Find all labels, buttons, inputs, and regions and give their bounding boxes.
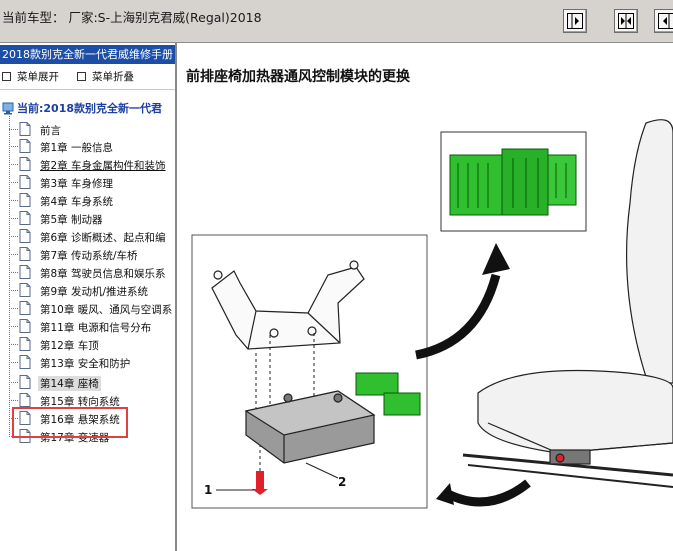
tree-connector	[9, 272, 18, 273]
document-icon	[19, 283, 31, 297]
tree-connector	[9, 326, 18, 327]
expand-all-label: 菜单展开	[17, 71, 59, 83]
bracket	[211, 260, 365, 350]
tree-item-label: 第3章 车身修理	[40, 178, 114, 190]
tree-item-label: 第7章 传动系统/车桥	[40, 250, 138, 262]
tree-item-label: 第11章 电源和信号分布	[40, 322, 152, 334]
document-icon	[19, 393, 31, 407]
tree-connector	[9, 182, 18, 183]
collapse-icon	[77, 71, 86, 81]
document-icon	[19, 337, 31, 351]
callout-2: 2	[338, 475, 346, 489]
content-pane: 前排座椅加热器通风控制模块的更换 1 2	[178, 43, 673, 551]
expand-icon	[2, 71, 11, 81]
expand-all-button[interactable]: 菜单展开	[2, 69, 59, 84]
expand-content-button[interactable]	[654, 9, 673, 33]
document-icon	[19, 301, 31, 315]
title-bar: 当前车型： 厂家:S-上海别克君威(Regal)2018	[0, 0, 673, 43]
tree-item-label: 第14章 座椅	[38, 376, 101, 391]
tree-connector	[9, 129, 18, 130]
arrow-up-head	[482, 243, 510, 275]
document-icon	[19, 175, 31, 189]
arrow-left-head	[436, 483, 454, 505]
document-icon	[19, 122, 31, 136]
tree-connector	[9, 308, 18, 309]
document-icon	[19, 375, 31, 389]
document-icon	[19, 247, 31, 261]
computer-icon	[2, 102, 14, 114]
bolt	[252, 471, 268, 495]
selection-highlight-box	[12, 407, 128, 438]
document-icon	[19, 139, 31, 153]
tree-connector	[9, 290, 18, 291]
manual-title: 2018款别克全新一代君威维修手册	[0, 45, 175, 64]
tree-item-label: 前言	[40, 125, 61, 137]
tree-connector	[9, 400, 18, 401]
callout-line-2	[305, 462, 339, 479]
tree-connector	[9, 218, 18, 219]
collapse-all-button[interactable]: 菜单折叠	[77, 69, 134, 84]
collapse-sidebar-button[interactable]	[563, 9, 587, 33]
tree-item-label: 第2章 车身金属构件和装饰	[40, 160, 166, 172]
arrow-left	[443, 479, 531, 507]
split-view-button[interactable]	[614, 9, 638, 33]
arrow-up	[415, 273, 501, 360]
sidebar-divider	[0, 89, 175, 90]
tree-item-label: 第1章 一般信息	[40, 142, 114, 154]
document-icon	[19, 355, 31, 369]
tree-root[interactable]: 当前:2018款别克全新一代君	[2, 100, 162, 116]
connector-detail	[449, 148, 577, 216]
tree-connector	[9, 254, 18, 255]
tree-item-label: 第9章 发动机/推进系统	[40, 286, 149, 298]
tree-connector	[9, 236, 18, 237]
tree-connector	[9, 200, 18, 201]
document-icon	[19, 319, 31, 333]
seat-module-illustration: 1 2	[191, 119, 673, 509]
document-icon	[19, 265, 31, 279]
document-icon	[19, 157, 31, 171]
split-view-icon	[618, 13, 634, 29]
tree-item-label: 第8章 驾驶员信息和娱乐系	[40, 268, 166, 280]
tree-item-label: 第6章 诊断概述、起点和编	[40, 232, 166, 244]
tree-connector	[9, 164, 18, 165]
tree-item-label: 第5章 制动器	[40, 214, 103, 226]
document-icon	[19, 229, 31, 243]
tree-item-label: 第12章 车顶	[40, 340, 99, 352]
tree-item-label: 第4章 车身系统	[40, 196, 114, 208]
document-icon	[19, 193, 31, 207]
tree-item-label: 第10章 暖风、通风与空调系	[40, 304, 173, 316]
tree-root-label: 当前:2018款别克全新一代君	[17, 102, 163, 115]
document-icon	[19, 211, 31, 225]
tree-connector	[9, 146, 18, 147]
tree-item-label: 第13章 安全和防护	[40, 358, 131, 370]
callout-1: 1	[204, 483, 212, 497]
collapse-left-icon	[567, 13, 583, 29]
tree-connector	[9, 362, 18, 363]
tree-connector	[9, 382, 18, 383]
control-module	[244, 390, 376, 464]
collapse-all-label: 菜单折叠	[92, 71, 134, 83]
vehicle-title: 当前车型： 厂家:S-上海别克君威(Regal)2018	[2, 10, 262, 25]
navigation-sidebar: 2018款别克全新一代君威维修手册 菜单展开 菜单折叠 当前:2018款别克全新…	[0, 43, 177, 551]
expand-right-icon	[658, 13, 673, 29]
tree-connector	[9, 344, 18, 345]
